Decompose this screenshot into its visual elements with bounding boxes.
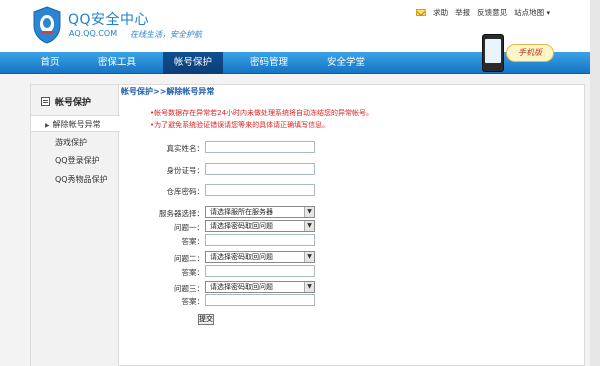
mobile-phone-icon[interactable] <box>482 34 504 72</box>
mail-icon <box>416 9 427 16</box>
chevron-down-icon: ▼ <box>304 207 314 217</box>
id-number-label: 身份证号： <box>166 166 205 175</box>
question3-select[interactable]: 请选择密码取回问题 ▼ <box>205 281 315 293</box>
feedback-link[interactable]: 反馈意见 <box>477 7 507 18</box>
top-links: 求助 举报 反馈意见 站点地图 ▾ <box>416 7 550 18</box>
question2-select[interactable]: 请选择密码取回问题 ▼ <box>205 251 315 263</box>
server-select-value: 请选择服所在服务器 <box>210 208 273 216</box>
answer1-label: 答案： <box>181 237 205 246</box>
sidebar-item-game-protection[interactable]: 游戏保护 <box>31 134 119 151</box>
real-name-input[interactable] <box>205 141 315 153</box>
mobile-version-badge[interactable]: 手机版 <box>506 44 554 62</box>
question2-select-value: 请选择密码取回问题 <box>210 253 273 261</box>
list-icon <box>41 97 50 106</box>
sidebar-item-qqshow-protection[interactable]: QQ秀物品保护 <box>31 171 119 188</box>
nav-tools[interactable]: 密保工具 <box>84 52 150 74</box>
sitemap-link[interactable]: 站点地图 ▾ <box>514 7 550 18</box>
nav-account-protection[interactable]: 帐号保护 <box>163 52 223 74</box>
sidebar-title: 帐号保护 <box>41 95 91 108</box>
answer2-input[interactable] <box>205 265 315 277</box>
brand-title: QQ安全中心 <box>68 12 150 28</box>
report-link[interactable]: 举报 <box>455 7 470 18</box>
question1-label: 问题一： <box>174 223 204 232</box>
content-panel: 帐号保护 ▶ 解除帐号异常 游戏保护 QQ登录保护 QQ秀物品保护 帐号保护>>解… <box>30 84 585 366</box>
chevron-down-icon: ▼ <box>304 282 314 292</box>
nav-password-management[interactable]: 密码管理 <box>236 52 302 74</box>
page: QQ安全中心 AQ.QQ.COM 在线生活，安全护航 求助 举报 反馈意见 站点… <box>0 0 600 366</box>
answer1-input[interactable] <box>205 234 315 246</box>
answer2-label: 答案： <box>181 268 205 277</box>
chevron-down-icon: ▼ <box>304 221 314 231</box>
chevron-down-icon: ▼ <box>304 252 314 262</box>
sidebar-item-unlock-account[interactable]: ▶ 解除帐号异常 <box>31 115 120 132</box>
help-link[interactable]: 求助 <box>433 7 448 18</box>
sidebar: 帐号保护 ▶ 解除帐号异常 游戏保护 QQ登录保护 QQ秀物品保护 <box>31 85 120 366</box>
server-select-label: 服务器选择： <box>159 209 204 218</box>
qq-security-shield-logo[interactable] <box>32 6 62 44</box>
question2-label: 问题二： <box>174 254 204 263</box>
question1-select[interactable]: 请选择密码取回问题 ▼ <box>205 220 315 232</box>
sidebar-item-qq-login-protection[interactable]: QQ登录保护 <box>31 152 119 169</box>
notice-line-2: •为了避免系统验证错误请您等来的具体请正确填写信息。 <box>150 121 330 129</box>
server-select[interactable]: 请选择服所在服务器 ▼ <box>205 206 315 218</box>
nav-home[interactable]: 首页 <box>24 52 76 74</box>
answer3-input[interactable] <box>205 294 315 306</box>
sidebar-item-label: 解除帐号异常 <box>52 120 101 129</box>
submit-button[interactable]: 提交 <box>198 314 214 325</box>
id-number-input[interactable] <box>205 163 315 175</box>
question3-label: 问题三： <box>174 284 204 293</box>
real-name-label: 真实姓名： <box>166 144 205 153</box>
brand-slogan: 在线生活，安全护航 <box>130 30 202 39</box>
warehouse-password-label: 仓库密码： <box>166 187 205 196</box>
brand-domain: AQ.QQ.COM <box>69 29 118 38</box>
breadcrumb: 帐号保护>>解除帐号异常 <box>121 87 215 96</box>
nav-security-school[interactable]: 安全学堂 <box>313 52 379 74</box>
warehouse-password-input[interactable] <box>205 184 315 196</box>
question3-select-value: 请选择密码取回问题 <box>210 283 273 291</box>
sitemap-label: 站点地图 <box>514 8 545 17</box>
notice-line-1: •帐号数据存在异常若24小时内未做处理系统将自动冻结您的异常帐号。 <box>150 109 374 117</box>
phone-screen <box>485 39 501 63</box>
arrow-right-icon: ▶ <box>45 122 50 129</box>
caret-down-icon: ▾ <box>546 9 550 17</box>
sidebar-title-label: 帐号保护 <box>55 98 92 108</box>
question1-select-value: 请选择密码取回问题 <box>210 222 273 230</box>
answer3-label: 答案： <box>181 297 205 306</box>
